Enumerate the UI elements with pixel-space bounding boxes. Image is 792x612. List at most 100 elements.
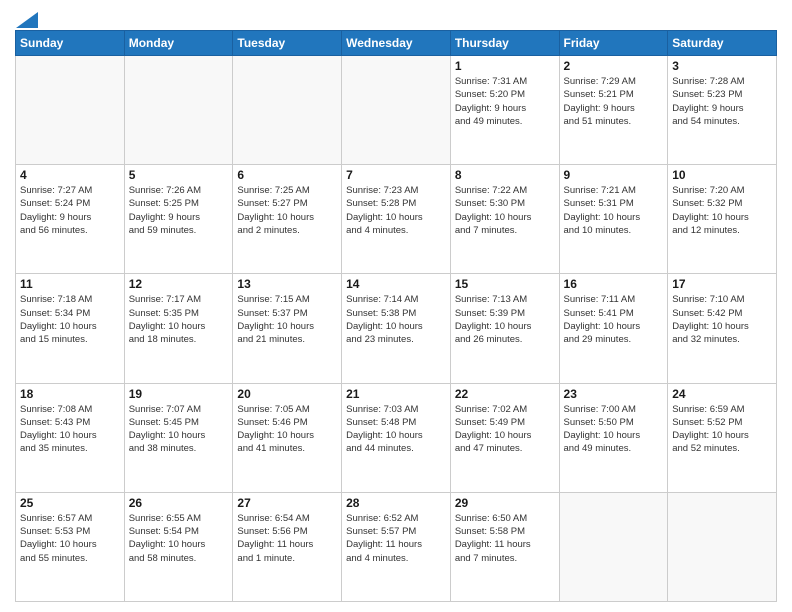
calendar-cell: 16 Sunrise: 7:11 AM Sunset: 5:41 PM Dayli… — [559, 274, 668, 383]
calendar-cell: 11 Sunrise: 7:18 AM Sunset: 5:34 PM Dayli… — [16, 274, 125, 383]
day-number: 19 — [129, 387, 229, 401]
calendar-cell: 8 Sunrise: 7:22 AM Sunset: 5:30 PM Daylig… — [450, 165, 559, 274]
calendar-cell: 24 Sunrise: 6:59 AM Sunset: 5:52 PM Dayli… — [668, 383, 777, 492]
day-number: 23 — [564, 387, 664, 401]
calendar-cell: 23 Sunrise: 7:00 AM Sunset: 5:50 PM Dayli… — [559, 383, 668, 492]
page: SundayMondayTuesdayWednesdayThursdayFrid… — [0, 0, 792, 612]
day-header-thursday: Thursday — [450, 31, 559, 56]
calendar-week-3: 18 Sunrise: 7:08 AM Sunset: 5:43 PM Dayli… — [16, 383, 777, 492]
day-info: Sunrise: 7:13 AM Sunset: 5:39 PM Dayligh… — [455, 293, 555, 346]
day-number: 29 — [455, 496, 555, 510]
day-number: 10 — [672, 168, 772, 182]
calendar-cell: 3 Sunrise: 7:28 AM Sunset: 5:23 PM Daylig… — [668, 56, 777, 165]
calendar-cell — [559, 492, 668, 601]
day-number: 28 — [346, 496, 446, 510]
header — [15, 10, 777, 24]
calendar-cell: 19 Sunrise: 7:07 AM Sunset: 5:45 PM Dayli… — [124, 383, 233, 492]
calendar-cell — [342, 56, 451, 165]
day-info: Sunrise: 6:54 AM Sunset: 5:56 PM Dayligh… — [237, 512, 337, 565]
day-header-friday: Friday — [559, 31, 668, 56]
day-info: Sunrise: 7:23 AM Sunset: 5:28 PM Dayligh… — [346, 184, 446, 237]
day-number: 3 — [672, 59, 772, 73]
day-number: 4 — [20, 168, 120, 182]
calendar-cell — [16, 56, 125, 165]
day-info: Sunrise: 6:55 AM Sunset: 5:54 PM Dayligh… — [129, 512, 229, 565]
calendar-cell: 4 Sunrise: 7:27 AM Sunset: 5:24 PM Daylig… — [16, 165, 125, 274]
calendar-cell: 27 Sunrise: 6:54 AM Sunset: 5:56 PM Dayli… — [233, 492, 342, 601]
day-info: Sunrise: 7:29 AM Sunset: 5:21 PM Dayligh… — [564, 75, 664, 128]
calendar-week-0: 1 Sunrise: 7:31 AM Sunset: 5:20 PM Daylig… — [16, 56, 777, 165]
calendar-cell: 25 Sunrise: 6:57 AM Sunset: 5:53 PM Dayli… — [16, 492, 125, 601]
calendar-cell: 2 Sunrise: 7:29 AM Sunset: 5:21 PM Daylig… — [559, 56, 668, 165]
day-header-sunday: Sunday — [16, 31, 125, 56]
day-number: 20 — [237, 387, 337, 401]
day-info: Sunrise: 7:27 AM Sunset: 5:24 PM Dayligh… — [20, 184, 120, 237]
day-info: Sunrise: 7:02 AM Sunset: 5:49 PM Dayligh… — [455, 403, 555, 456]
calendar-cell: 7 Sunrise: 7:23 AM Sunset: 5:28 PM Daylig… — [342, 165, 451, 274]
day-number: 22 — [455, 387, 555, 401]
day-number: 25 — [20, 496, 120, 510]
day-info: Sunrise: 7:10 AM Sunset: 5:42 PM Dayligh… — [672, 293, 772, 346]
calendar-cell: 12 Sunrise: 7:17 AM Sunset: 5:35 PM Dayli… — [124, 274, 233, 383]
day-number: 26 — [129, 496, 229, 510]
calendar-cell: 17 Sunrise: 7:10 AM Sunset: 5:42 PM Dayli… — [668, 274, 777, 383]
calendar-cell: 14 Sunrise: 7:14 AM Sunset: 5:38 PM Dayli… — [342, 274, 451, 383]
day-header-wednesday: Wednesday — [342, 31, 451, 56]
day-number: 27 — [237, 496, 337, 510]
day-number: 9 — [564, 168, 664, 182]
day-info: Sunrise: 7:26 AM Sunset: 5:25 PM Dayligh… — [129, 184, 229, 237]
day-info: Sunrise: 7:18 AM Sunset: 5:34 PM Dayligh… — [20, 293, 120, 346]
day-number: 5 — [129, 168, 229, 182]
day-info: Sunrise: 7:05 AM Sunset: 5:46 PM Dayligh… — [237, 403, 337, 456]
day-number: 2 — [564, 59, 664, 73]
day-info: Sunrise: 6:59 AM Sunset: 5:52 PM Dayligh… — [672, 403, 772, 456]
day-header-saturday: Saturday — [668, 31, 777, 56]
calendar-cell: 15 Sunrise: 7:13 AM Sunset: 5:39 PM Dayli… — [450, 274, 559, 383]
calendar-week-1: 4 Sunrise: 7:27 AM Sunset: 5:24 PM Daylig… — [16, 165, 777, 274]
day-number: 24 — [672, 387, 772, 401]
day-info: Sunrise: 6:57 AM Sunset: 5:53 PM Dayligh… — [20, 512, 120, 565]
day-number: 13 — [237, 277, 337, 291]
day-number: 8 — [455, 168, 555, 182]
day-info: Sunrise: 7:11 AM Sunset: 5:41 PM Dayligh… — [564, 293, 664, 346]
calendar-cell: 10 Sunrise: 7:20 AM Sunset: 5:32 PM Dayli… — [668, 165, 777, 274]
calendar-cell: 13 Sunrise: 7:15 AM Sunset: 5:37 PM Dayli… — [233, 274, 342, 383]
day-number: 12 — [129, 277, 229, 291]
day-info: Sunrise: 7:15 AM Sunset: 5:37 PM Dayligh… — [237, 293, 337, 346]
calendar-cell: 21Sunrise: 7:03 AM Sunset: 5:48 PM Dayli… — [342, 383, 451, 492]
day-number: 18 — [20, 387, 120, 401]
day-number: 1 — [455, 59, 555, 73]
day-number: 17 — [672, 277, 772, 291]
calendar-cell: 26 Sunrise: 6:55 AM Sunset: 5:54 PM Dayli… — [124, 492, 233, 601]
day-info: Sunrise: 7:08 AM Sunset: 5:43 PM Dayligh… — [20, 403, 120, 456]
calendar-cell: 6 Sunrise: 7:25 AM Sunset: 5:27 PM Daylig… — [233, 165, 342, 274]
calendar-week-2: 11 Sunrise: 7:18 AM Sunset: 5:34 PM Dayli… — [16, 274, 777, 383]
day-info: Sunrise: 6:50 AM Sunset: 5:58 PM Dayligh… — [455, 512, 555, 565]
calendar-cell: 18 Sunrise: 7:08 AM Sunset: 5:43 PM Dayli… — [16, 383, 125, 492]
calendar-cell: 20 Sunrise: 7:05 AM Sunset: 5:46 PM Dayli… — [233, 383, 342, 492]
calendar-cell — [668, 492, 777, 601]
logo — [15, 10, 38, 24]
day-number: 15 — [455, 277, 555, 291]
day-info: Sunrise: 7:00 AM Sunset: 5:50 PM Dayligh… — [564, 403, 664, 456]
day-info: Sunrise: 7:21 AM Sunset: 5:31 PM Dayligh… — [564, 184, 664, 237]
calendar-cell: 22 Sunrise: 7:02 AM Sunset: 5:49 PM Dayli… — [450, 383, 559, 492]
day-info: Sunrise: 7:31 AM Sunset: 5:20 PM Dayligh… — [455, 75, 555, 128]
day-number: 7 — [346, 168, 446, 182]
day-info: Sunrise: 7:14 AM Sunset: 5:38 PM Dayligh… — [346, 293, 446, 346]
day-number: 14 — [346, 277, 446, 291]
day-info: Sunrise: 7:07 AM Sunset: 5:45 PM Dayligh… — [129, 403, 229, 456]
calendar-cell: 9 Sunrise: 7:21 AM Sunset: 5:31 PM Daylig… — [559, 165, 668, 274]
calendar-table: SundayMondayTuesdayWednesdayThursdayFrid… — [15, 30, 777, 602]
day-number: 21 — [346, 387, 446, 401]
day-info: Sunrise: 7:17 AM Sunset: 5:35 PM Dayligh… — [129, 293, 229, 346]
day-number: 11 — [20, 277, 120, 291]
day-header-tuesday: Tuesday — [233, 31, 342, 56]
day-info: Sunrise: 7:28 AM Sunset: 5:23 PM Dayligh… — [672, 75, 772, 128]
day-info: Sunrise: 7:25 AM Sunset: 5:27 PM Dayligh… — [237, 184, 337, 237]
day-number: 6 — [237, 168, 337, 182]
day-info: Sunrise: 7:20 AM Sunset: 5:32 PM Dayligh… — [672, 184, 772, 237]
day-number: 16 — [564, 277, 664, 291]
day-info: Sunrise: 7:22 AM Sunset: 5:30 PM Dayligh… — [455, 184, 555, 237]
calendar-cell: 1 Sunrise: 7:31 AM Sunset: 5:20 PM Daylig… — [450, 56, 559, 165]
